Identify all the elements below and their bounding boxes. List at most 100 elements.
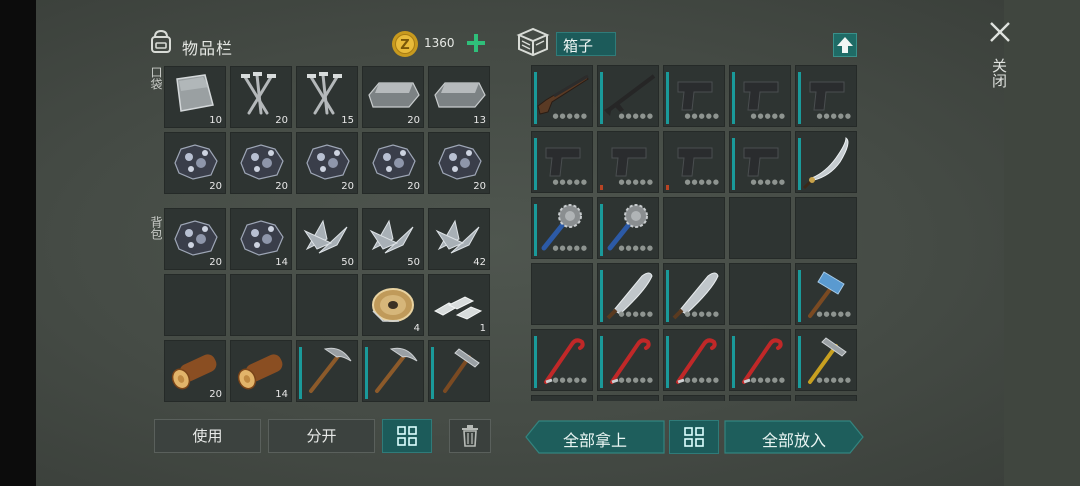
empty-slot[interactable] [531,395,593,401]
empty-slot[interactable] [296,274,358,336]
empty-slot[interactable] [795,197,857,259]
empty-slot[interactable] [729,197,791,259]
item-slot[interactable]: 20 [362,132,424,194]
durability-bar [600,204,603,256]
empty-slot[interactable] [663,197,725,259]
item-count: 14 [275,257,288,268]
durability-bar [666,185,669,190]
quality-dots: ●●●●● [552,376,588,384]
item-slot[interactable]: 20 [296,132,358,194]
close-label: 关闭 [990,58,1008,88]
empty-slot[interactable] [531,263,593,325]
item-slot[interactable]: ●●●●● [795,329,857,391]
split-button[interactable]: 分开 [268,419,375,453]
durability-bar [732,336,735,388]
item-slot[interactable]: ●●●●● [531,131,593,193]
item-count: 50 [341,257,354,268]
item-slot[interactable]: ●●●●● [795,263,857,325]
item-slot[interactable]: ●●●●● [531,197,593,259]
empty-slot[interactable] [729,395,791,401]
item-slot[interactable]: 20 [362,66,424,128]
close-button[interactable] [988,20,1012,44]
item-slot[interactable]: ●●●●● [663,329,725,391]
durability-bar [732,72,735,124]
chest-icon [516,27,550,57]
item-slot[interactable]: 20 [164,340,226,402]
item-slot[interactable]: 20 [164,132,226,194]
empty-slot[interactable] [597,395,659,401]
durability-bar [666,72,669,124]
item-slot[interactable]: ●●●●● [729,329,791,391]
item-slot[interactable]: 50 [296,208,358,270]
katana-icon [802,137,849,190]
item-slot[interactable]: ●●●●● [729,131,791,193]
item-count: 20 [341,181,354,192]
item-slot[interactable] [362,340,424,402]
trash-button[interactable] [449,419,491,453]
take-all-button[interactable]: 全部拿上 [525,420,665,454]
item-slot[interactable]: 20 [230,66,292,128]
item-slot[interactable]: ●●●●● [795,65,857,127]
chest-grid: ●●●●● ●●●●● ●●●●● ●●●●● ●●●●● ●●●●● ●●●●● ●●●●●… [529,63,859,401]
empty-slot[interactable] [729,263,791,325]
item-slot[interactable]: ●●●●● [597,65,659,127]
quality-dots: ●●●●● [750,376,786,384]
item-slot[interactable]: 4 [362,274,424,336]
durability-bar [798,336,801,388]
item-count: 1 [479,323,486,334]
item-slot[interactable]: ●●●●● [597,197,659,259]
use-button[interactable]: 使用 [154,419,261,453]
add-coins-button[interactable] [466,33,486,53]
durability-bar [798,72,801,124]
item-count: 20 [209,181,222,192]
item-slot[interactable]: ●●●●● [531,329,593,391]
sort-chest-button[interactable] [669,420,719,454]
item-slot[interactable]: ●●●●● [597,131,659,193]
durability-bar [600,185,603,190]
chest-title: 箱子 [563,37,594,55]
item-slot[interactable] [795,131,857,193]
quality-dots: ●●●●● [618,310,654,318]
pickaxe-icon [309,347,352,393]
item-slot[interactable]: ●●●●● [729,65,791,127]
item-slot[interactable]: ●●●●● [531,65,593,127]
empty-slot[interactable] [164,274,226,336]
item-slot[interactable] [296,340,358,402]
close-icon [990,22,1010,42]
item-slot[interactable]: 20 [230,132,292,194]
item-slot[interactable] [428,340,490,402]
durability-bar [798,138,801,190]
item-slot[interactable]: ●●●●● [597,329,659,391]
quality-dots: ●●●●● [816,112,852,120]
empty-slot[interactable] [663,395,725,401]
item-slot[interactable]: 20 [428,132,490,194]
item-slot[interactable]: 14 [230,340,292,402]
item-slot[interactable]: ●●●●● [663,65,725,127]
item-count: 15 [341,115,354,126]
chest-name-field[interactable]: 箱子 [556,32,616,56]
durability-bar [666,336,669,388]
item-slot[interactable]: 50 [362,208,424,270]
item-slot[interactable]: 13 [428,66,490,128]
sort-inventory-button[interactable] [382,419,432,453]
item-slot[interactable]: 14 [230,208,292,270]
side-panel [1004,0,1080,486]
coin-icon: Z [391,30,419,58]
item-slot[interactable]: 42 [428,208,490,270]
durability-bar [798,270,801,322]
item-slot[interactable]: 15 [296,66,358,128]
item-slot[interactable]: ●●●●● [597,263,659,325]
quality-dots: ●●●●● [684,310,720,318]
quality-dots: ●●●●● [618,244,654,252]
empty-slot[interactable] [795,395,857,401]
item-slot[interactable]: 10 [164,66,226,128]
put-all-button[interactable]: 全部放入 [724,420,864,454]
item-slot[interactable]: ●●●●● [663,263,725,325]
item-slot[interactable]: 20 [164,208,226,270]
empty-slot[interactable] [230,274,292,336]
item-slot[interactable]: ●●●●● [663,131,725,193]
upload-button[interactable] [833,33,857,57]
item-slot[interactable]: 1 [428,274,490,336]
durability-bar [534,204,537,256]
item-count: 42 [473,257,486,268]
